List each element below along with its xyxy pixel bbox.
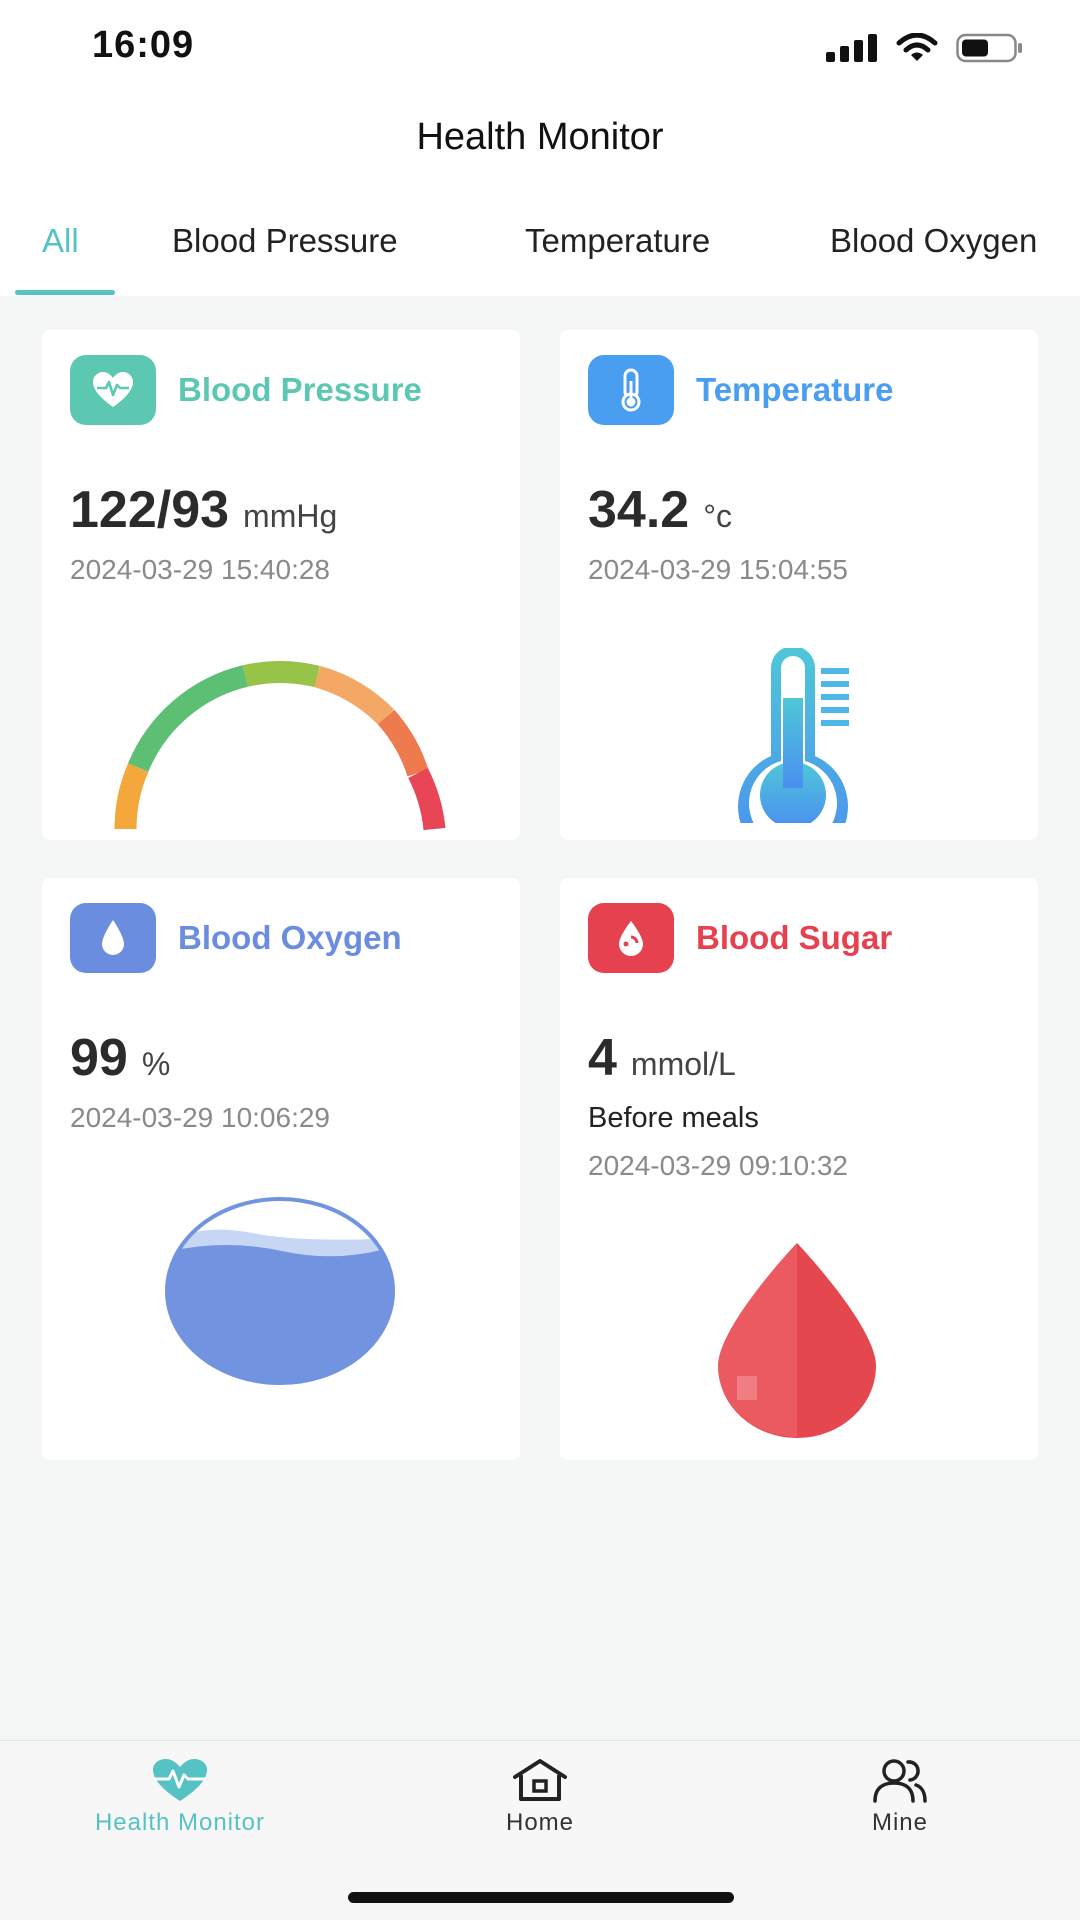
nav-health-monitor[interactable]: Health Monitor [60, 1757, 300, 1837]
header: Health Monitor [0, 96, 1080, 186]
blood-oxygen-unit: % [141, 1046, 171, 1082]
heart-pulse-icon [70, 355, 156, 425]
tab-blood-oxygen[interactable]: Blood Oxygen [830, 222, 1037, 260]
users-icon [873, 1759, 927, 1803]
blood-sugar-value: 4 [588, 1029, 617, 1087]
timestamp: 2024-03-29 15:04:55 [588, 554, 848, 585]
blood-sugar-card[interactable]: Blood Sugar 4 mmol/L Before meals 2024-0… [560, 878, 1038, 1460]
timestamp: 2024-03-29 09:10:32 [588, 1150, 848, 1181]
reading: 99 % [70, 1028, 170, 1088]
blood-oxygen-card[interactable]: Blood Oxygen 99 % 2024-03-29 10:06:29 [42, 878, 520, 1460]
meal-note: Before meals [588, 1102, 759, 1134]
temperature-value: 34.2 [588, 481, 690, 539]
nav-mine[interactable]: Mine [780, 1757, 1020, 1837]
tab-active-indicator [15, 290, 115, 295]
thermometer-icon [588, 355, 674, 425]
timestamp: 2024-03-29 10:06:29 [70, 1102, 330, 1133]
reading: 122/93 mmHg [70, 480, 337, 540]
gauge-icon [114, 661, 446, 831]
blood-drop-illustration [718, 1243, 876, 1438]
tab-all[interactable]: All [42, 222, 79, 260]
blood-pressure-card[interactable]: Blood Pressure 122/93 mmHg 2024-03-29 15… [42, 330, 520, 840]
nav-label: Health Monitor [94, 1809, 266, 1836]
oxygen-level-illustration [165, 1197, 395, 1385]
card-title: Temperature [696, 371, 894, 408]
home-indicator [348, 1892, 734, 1903]
reading: 34.2 °c [588, 480, 732, 540]
blood-sugar-unit: mmol/L [630, 1046, 736, 1082]
wifi-icon [896, 33, 938, 61]
card-title: Blood Pressure [178, 371, 422, 408]
card-title: Blood Oxygen [178, 919, 402, 956]
battery-icon [956, 33, 1022, 63]
nav-label: Home [505, 1809, 575, 1836]
water-drop-icon [70, 903, 156, 973]
temperature-unit: °c [703, 498, 733, 534]
tab-temperature[interactable]: Temperature [525, 222, 710, 260]
tab-blood-pressure[interactable]: Blood Pressure [172, 222, 398, 260]
blood-oxygen-value: 99 [70, 1029, 128, 1087]
nav-label: Mine [871, 1809, 929, 1836]
nav-home[interactable]: Home [420, 1757, 660, 1837]
reading: 4 mmol/L [588, 1028, 736, 1088]
blood-drop-icon [588, 903, 674, 973]
card-title: Blood Sugar [696, 919, 893, 956]
heart-pulse-icon [153, 1759, 207, 1801]
status-bar: 16:09 [0, 0, 1080, 96]
tab-bar: All Blood Pressure Temperature Blood Oxy… [0, 186, 1080, 296]
blood-pressure-unit: mmHg [243, 498, 338, 534]
home-icon [513, 1759, 567, 1801]
temperature-card[interactable]: Temperature 34.2 °c 2024-03-29 15:04:55 [560, 330, 1038, 840]
timestamp: 2024-03-29 15:40:28 [70, 554, 330, 585]
status-time: 16:09 [92, 24, 195, 66]
status-icons [826, 30, 1024, 66]
signal-icon [826, 34, 877, 62]
blood-pressure-value: 122/93 [70, 481, 230, 539]
page-title: Health Monitor [416, 116, 664, 158]
thermometer-illustration [738, 648, 849, 823]
